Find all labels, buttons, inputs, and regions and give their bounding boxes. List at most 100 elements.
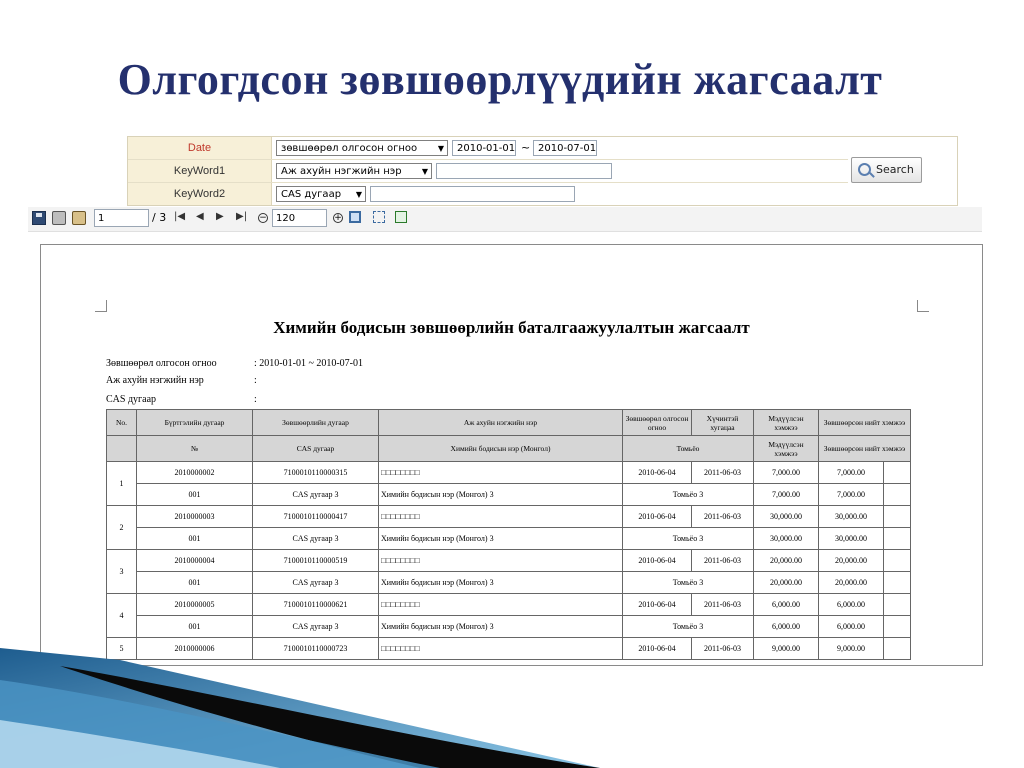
search-icon [858, 163, 871, 176]
print-settings-icon[interactable] [72, 211, 86, 225]
declared-amount: 30,000.00 [753, 505, 819, 528]
keyword2-select[interactable]: CAS дугаар [276, 186, 366, 202]
page-number-input[interactable]: 1 [94, 209, 149, 227]
date-type-select[interactable]: зөвшөөрөл олгосон огноо [276, 140, 448, 156]
sub-approved-amount: 30,000.00 [818, 527, 884, 550]
keyword2-row: KeyWord2 CAS дугаар [128, 183, 848, 205]
header-cell: Зөвшөөрлийн дугаар [252, 409, 379, 436]
approved-amount: 30,000.00 [818, 505, 884, 528]
registration-number: 2010000002 [136, 461, 253, 484]
valid-until: 2011-06-03 [691, 461, 754, 484]
decorative-swoosh [0, 648, 600, 768]
declared-amount: 6,000.00 [753, 593, 819, 616]
row-number: 3 [106, 549, 137, 594]
registration-number: 2010000004 [136, 549, 253, 572]
issued-date: 2010-06-04 [622, 461, 692, 484]
save-icon[interactable] [32, 211, 46, 225]
date-row: Date зөвшөөрөл олгосон огноо 2010-01-01 … [128, 137, 848, 160]
zoom-in-icon[interactable]: + [333, 213, 343, 223]
table-row: 1 2010000002 7100010110000315 □□□□□□□□ 2… [106, 461, 911, 506]
criteria-cas: CAS дугаар : [106, 394, 257, 405]
header-cell [106, 435, 137, 462]
criteria-company-label: Аж ахуйн нэгжийн нэр [106, 375, 204, 386]
sub-approved-amount: 20,000.00 [818, 571, 884, 594]
empty-cell [883, 461, 911, 484]
chemical-name: Химийн бодисын нэр (Монгол) 3 [378, 527, 623, 550]
header-cell: Аж ахуйн нэгжийн нэр [378, 409, 623, 436]
table-subrow: 001 CAS дугаар 3 Химийн бодисын нэр (Мон… [107, 615, 911, 638]
search-button[interactable]: Search [851, 157, 922, 183]
date-label: Date [128, 137, 272, 159]
header-row: № CAS дугаар Химийн бодисын нэр (Монгол)… [106, 435, 911, 462]
criteria-company-value: : [254, 375, 257, 386]
fit-width-icon[interactable] [373, 211, 385, 223]
keyword2-input[interactable] [370, 186, 575, 202]
page-total: / 3 [152, 211, 167, 224]
next-page-icon[interactable]: ▶ [216, 211, 224, 222]
sub-declared-amount: 7,000.00 [753, 483, 819, 506]
header-cell: Мэдүүлсэн хэмжээ [753, 409, 819, 436]
substance-number: 001 [136, 615, 253, 638]
sub-approved-amount: 6,000.00 [818, 615, 884, 638]
approved-amount: 20,000.00 [818, 549, 884, 572]
valid-until: 2011-06-03 [691, 549, 754, 572]
page-corner-mark [917, 300, 929, 312]
header-cell: Хүчинтэй хугацаа [691, 409, 754, 436]
keyword1-select[interactable]: Аж ахуйн нэгжийн нэр [276, 163, 432, 179]
empty-cell [883, 637, 911, 660]
date-from-input[interactable]: 2010-01-01 [452, 140, 516, 156]
header-cell: Мэдүүлсэн хэмжээ [753, 435, 819, 462]
table-subrow: 001 CAS дугаар 3 Химийн бодисын нэр (Мон… [107, 527, 911, 550]
criteria-date-value: : 2010-01-01 ~ 2010-07-01 [254, 358, 364, 369]
zoom-out-icon[interactable]: − [258, 213, 268, 223]
print-icon[interactable] [52, 211, 66, 225]
issued-date: 2010-06-04 [622, 593, 692, 616]
formula: Томьёо 3 [622, 615, 754, 638]
company-name: □□□□□□□□ [378, 549, 623, 572]
date-to-input[interactable]: 2010-07-01 [533, 140, 597, 156]
declared-amount: 9,000.00 [753, 637, 819, 660]
last-page-icon[interactable]: ▶| [236, 211, 247, 222]
table-row: 3 2010000004 7100010110000519 □□□□□□□□ 2… [106, 549, 911, 594]
zoom-input[interactable]: 120 [272, 209, 327, 227]
prev-page-icon[interactable]: ◀ [196, 211, 204, 222]
header-cell: Зөвшөөрсөн нийт хэмжээ [818, 409, 911, 436]
empty-cell [883, 483, 911, 506]
header-cell: Зөвшөөрөл олгосон огноо [622, 409, 692, 436]
fit-page-icon[interactable] [349, 211, 361, 223]
chemical-name: Химийн бодисын нэр (Монгол) 3 [378, 615, 623, 638]
criteria-company: Аж ахуйн нэгжийн нэр : [106, 375, 257, 386]
substance-number: 001 [136, 571, 253, 594]
criteria-date: Зөвшөөрөл олгосон огноо : 2010-01-01 ~ 2… [106, 358, 363, 369]
registration-number: 2010000005 [136, 593, 253, 616]
valid-until: 2011-06-03 [691, 593, 754, 616]
criteria-cas-label: CAS дугаар [106, 394, 157, 405]
header-row: No. Бүртгэлийн дугаар Зөвшөөрлийн дугаар… [106, 409, 911, 436]
header-cell: Бүртгэлийн дугаар [136, 409, 253, 436]
sub-declared-amount: 30,000.00 [753, 527, 819, 550]
permit-number: 7100010110000519 [252, 549, 379, 572]
keyword1-input[interactable] [436, 163, 612, 179]
cas-number: CAS дугаар 3 [252, 527, 379, 550]
chemical-name: Химийн бодисын нэр (Монгол) 3 [378, 483, 623, 506]
registration-number: 2010000003 [136, 505, 253, 528]
refresh-icon[interactable] [395, 211, 407, 223]
declared-amount: 7,000.00 [753, 461, 819, 484]
header-cell: № [136, 435, 253, 462]
empty-cell [883, 571, 911, 594]
permit-number: 7100010110000315 [252, 461, 379, 484]
company-name: □□□□□□□□ [378, 505, 623, 528]
substance-number: 001 [136, 527, 253, 550]
slide-title: Олгогдсон зөвшөөрлүүдийн жагсаалт [117, 55, 883, 104]
empty-cell [883, 593, 911, 616]
search-button-label: Search [876, 163, 914, 176]
header-cell: No. [106, 409, 137, 436]
sub-declared-amount: 6,000.00 [753, 615, 819, 638]
issued-date: 2010-06-04 [622, 637, 692, 660]
first-page-icon[interactable]: |◀ [174, 211, 185, 222]
keyword1-row: KeyWord1 Аж ахуйн нэгжийн нэр [128, 160, 848, 183]
page-corner-mark [95, 300, 107, 312]
formula: Томьёо 3 [622, 483, 754, 506]
empty-cell [883, 505, 911, 528]
formula: Томьёо 3 [622, 571, 754, 594]
